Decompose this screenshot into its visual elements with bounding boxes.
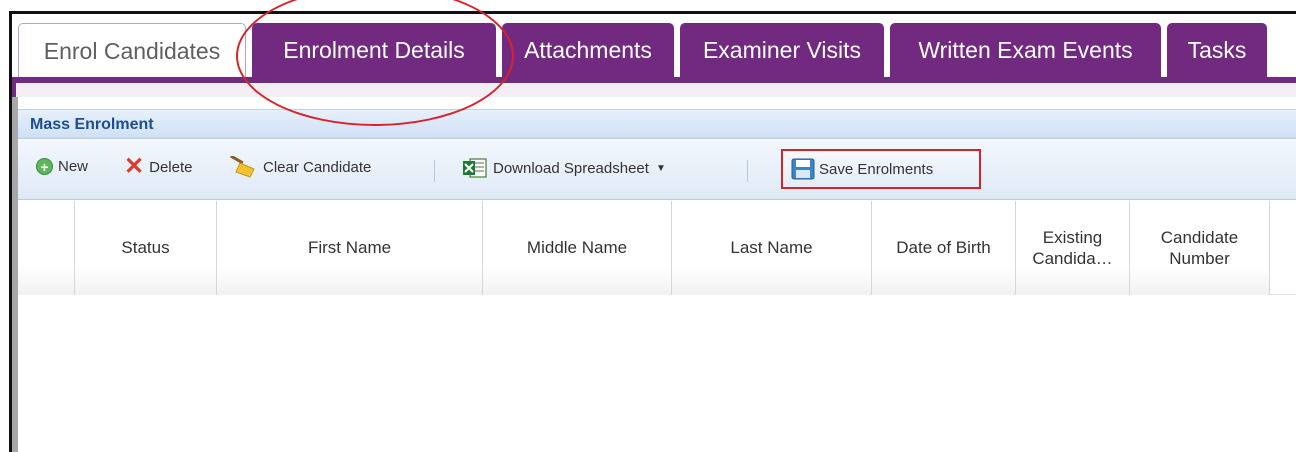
- clear-candidate-label: Clear Candidate: [263, 158, 372, 176]
- tab-enrol-candidates[interactable]: Enrol Candidates: [18, 23, 246, 78]
- grid-header: Status First Name Middle Name Last Name …: [18, 201, 1296, 295]
- column-header-select[interactable]: [18, 201, 75, 295]
- tab-enrolment-details[interactable]: Enrolment Details: [252, 23, 496, 78]
- download-spreadsheet-label: Download Spreadsheet: [493, 159, 649, 177]
- delete-label: Delete: [149, 158, 193, 176]
- column-header-candidate-number[interactable]: Candidate Number: [1130, 201, 1270, 295]
- save-enrolments-label: Save Enrolments: [819, 160, 934, 178]
- column-header-last-name[interactable]: Last Name: [672, 201, 872, 295]
- panel-header: Mass Enrolment: [18, 109, 1296, 139]
- column-header-date-of-birth[interactable]: Date of Birth: [872, 201, 1016, 295]
- column-header-first-name[interactable]: First Name: [217, 201, 483, 295]
- download-spreadsheet-button[interactable]: Download Spreadsheet ▼: [462, 157, 666, 179]
- column-header-status[interactable]: Status: [75, 201, 217, 295]
- tab-bar: Enrol Candidates Enrolment Details Attac…: [18, 23, 1267, 78]
- clear-candidate-button[interactable]: Clear Candidate: [228, 156, 371, 178]
- new-label: New: [58, 158, 89, 175]
- spreadsheet-icon: [463, 158, 487, 178]
- panel-title: Mass Enrolment: [30, 116, 154, 133]
- column-header-existing-candidate[interactable]: Existing Candida…: [1016, 201, 1130, 295]
- column-header-middle-name[interactable]: Middle Name: [483, 201, 672, 295]
- delete-button[interactable]: ✕ Delete: [124, 155, 192, 179]
- toolbar-separator: [434, 160, 435, 182]
- new-button[interactable]: + New: [36, 158, 88, 175]
- tab-written-exam-events[interactable]: Written Exam Events: [890, 23, 1161, 78]
- plus-circle-icon: +: [36, 158, 53, 175]
- tab-tasks[interactable]: Tasks: [1167, 23, 1267, 78]
- caret-down-icon: ▼: [655, 162, 666, 174]
- toolbar-separator: [747, 160, 748, 182]
- floppy-disk-icon: [791, 158, 815, 180]
- tab-strip-inner: [16, 83, 1296, 97]
- tab-attachments[interactable]: Attachments: [502, 23, 674, 78]
- broom-icon: [230, 156, 255, 178]
- mass-enrolment-panel: Mass Enrolment + New ✕ Delete Clear Cand…: [12, 97, 1296, 452]
- save-enrolments-button[interactable]: Save Enrolments: [781, 149, 981, 189]
- toolbar: + New ✕ Delete Clear Candidate Download …: [18, 140, 1296, 200]
- x-icon: ✕: [124, 153, 145, 180]
- tab-examiner-visits[interactable]: Examiner Visits: [680, 23, 884, 78]
